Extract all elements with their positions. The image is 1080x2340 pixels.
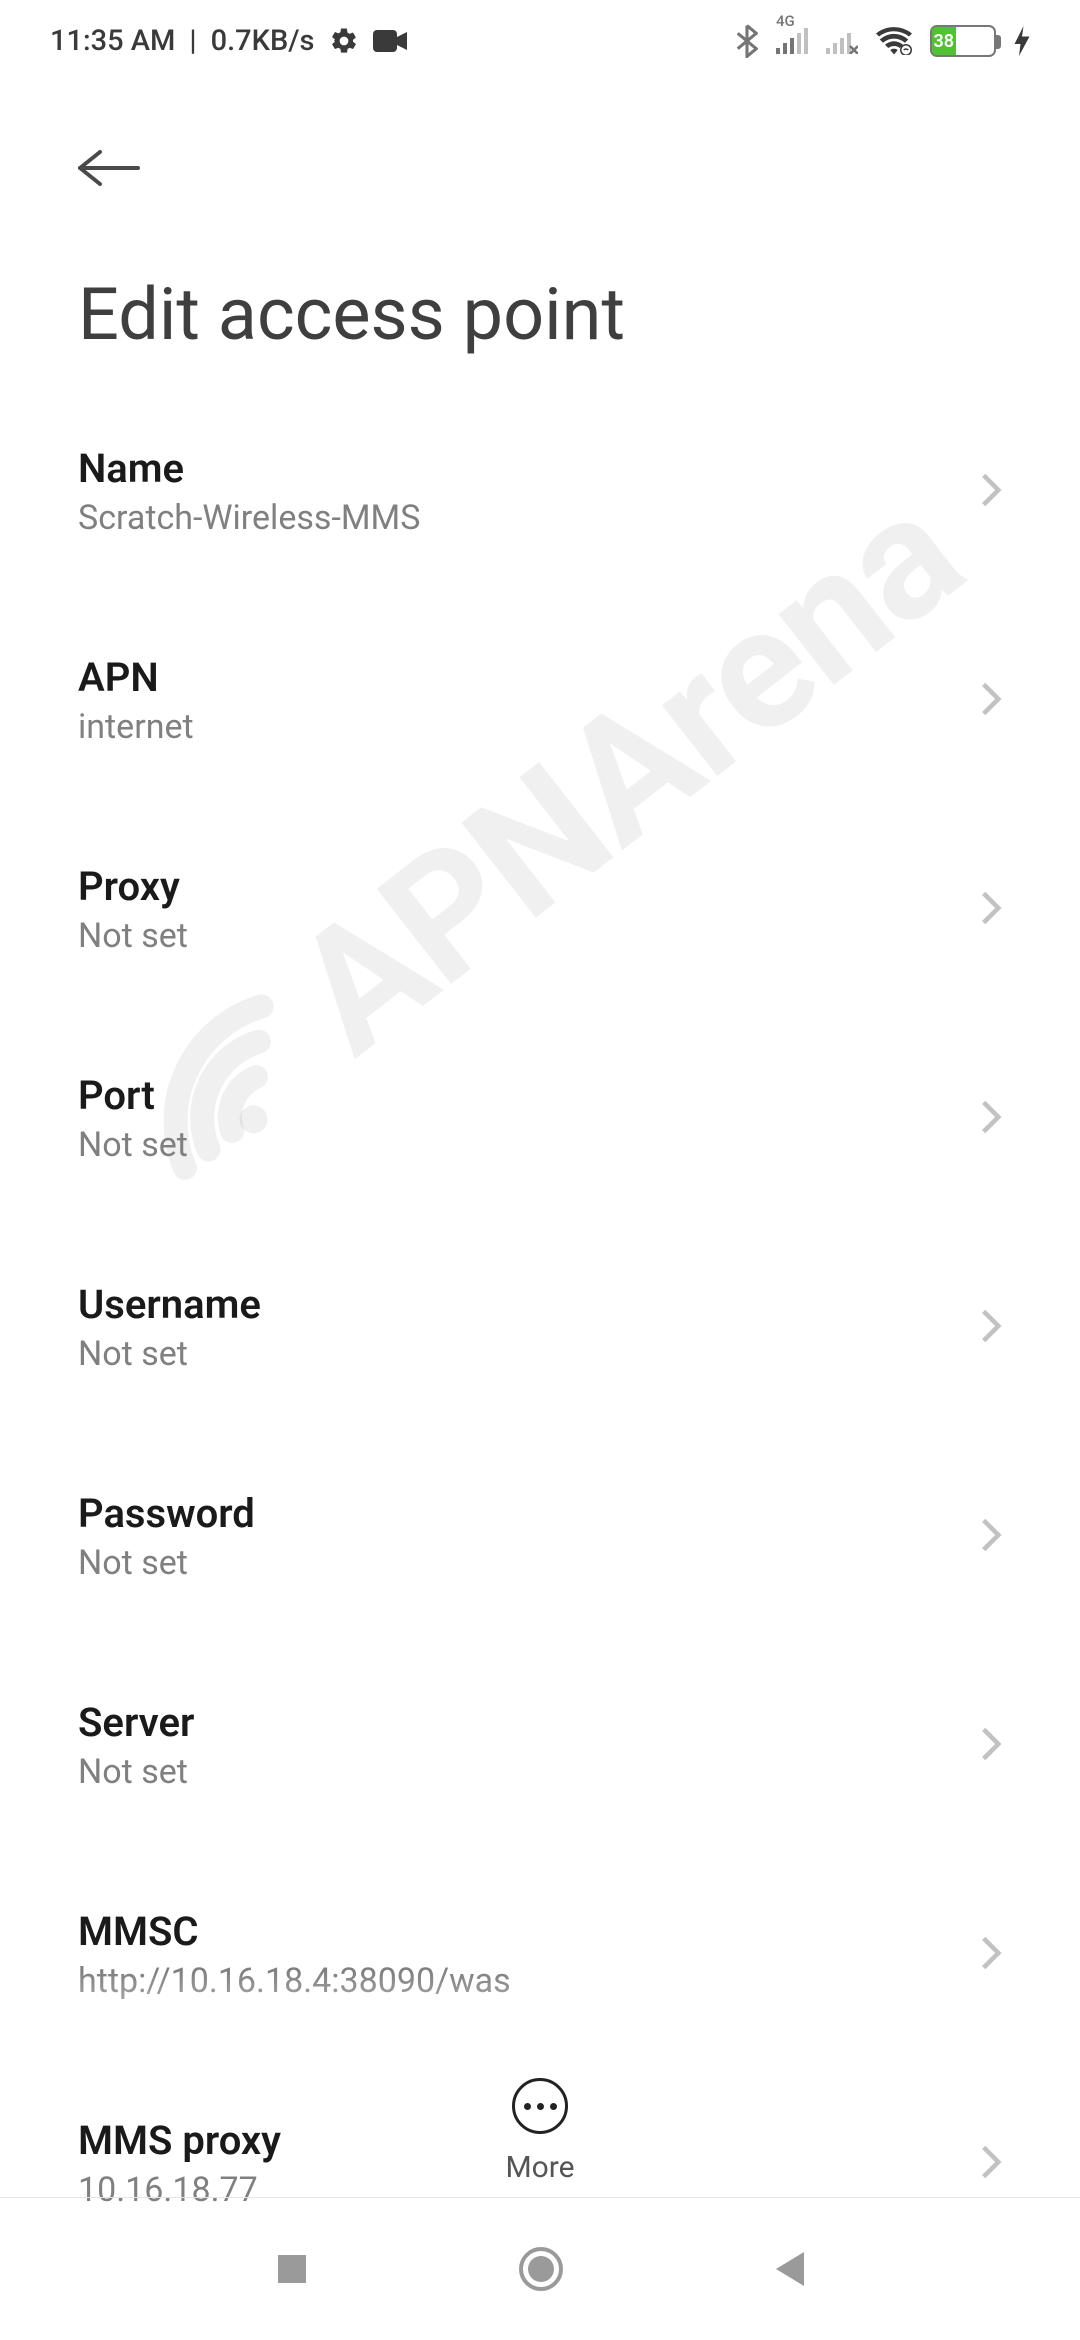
nav-home-button[interactable] — [517, 2245, 565, 2293]
setting-value: Not set — [78, 916, 188, 956]
triangle-left-icon — [770, 2248, 808, 2290]
setting-title: Port — [78, 1072, 188, 1119]
setting-text: Proxy Not set — [78, 863, 188, 956]
setting-title: Server — [78, 1699, 194, 1746]
charging-bolt-icon — [1014, 26, 1030, 56]
setting-text: Name Scratch-Wireless-MMS — [78, 445, 420, 538]
setting-row-name[interactable]: Name Scratch-Wireless-MMS — [78, 387, 1002, 596]
back-button[interactable] — [76, 148, 142, 192]
chevron-right-icon — [980, 1934, 1002, 1976]
battery-icon: 38 — [930, 25, 996, 57]
status-separator: | — [189, 24, 196, 58]
status-net-speed: 0.7KB/s — [211, 24, 315, 58]
setting-text: Username Not set — [78, 1281, 261, 1374]
battery-level: 38 — [932, 27, 956, 55]
chevron-right-icon — [980, 1725, 1002, 1767]
square-icon — [272, 2249, 312, 2289]
status-left: 11:35 AM | 0.7KB/s — [50, 24, 407, 58]
more-dots-icon — [524, 2103, 531, 2110]
setting-title: Proxy — [78, 863, 188, 910]
bluetooth-icon — [736, 24, 758, 58]
status-time: 11:35 AM — [50, 24, 175, 58]
chevron-right-icon — [980, 889, 1002, 931]
signal-sim2-icon — [826, 28, 858, 54]
setting-row-mmsc[interactable]: MMSC http://10.16.18.4:38090/was — [78, 1850, 1002, 2059]
setting-text: Password Not set — [78, 1490, 255, 1583]
setting-text: Server Not set — [78, 1699, 194, 1792]
video-camera-icon — [373, 30, 407, 52]
setting-value: Scratch-Wireless-MMS — [78, 498, 420, 538]
more-label: More — [505, 2150, 574, 2185]
setting-value: Not set — [78, 1334, 261, 1374]
setting-value: Not set — [78, 1752, 194, 1792]
status-right: 4G 38 — [736, 24, 1030, 58]
signal-4g-icon: 4G — [776, 28, 808, 54]
setting-value: Not set — [78, 1125, 188, 1165]
setting-text: MMSC http://10.16.18.4:38090/was — [78, 1908, 511, 2001]
bottom-action-bar: More — [0, 2078, 1080, 2185]
setting-row-server[interactable]: Server Not set — [78, 1641, 1002, 1850]
more-button[interactable] — [512, 2078, 568, 2134]
nav-back-button[interactable] — [770, 2248, 808, 2290]
settings-gear-icon — [329, 26, 359, 56]
arrow-left-icon — [76, 148, 142, 188]
setting-title: Password — [78, 1490, 255, 1537]
setting-row-password[interactable]: Password Not set — [78, 1432, 1002, 1641]
nav-recents-button[interactable] — [272, 2249, 312, 2289]
setting-row-port[interactable]: Port Not set — [78, 1014, 1002, 1223]
circle-icon — [517, 2245, 565, 2293]
setting-text: Port Not set — [78, 1072, 188, 1165]
chevron-right-icon — [980, 471, 1002, 513]
setting-title: Name — [78, 445, 420, 492]
setting-row-proxy[interactable]: Proxy Not set — [78, 805, 1002, 1014]
setting-row-apn[interactable]: APN internet — [78, 596, 1002, 805]
header-row — [0, 78, 1080, 202]
setting-text: APN internet — [78, 654, 194, 747]
setting-value: http://10.16.18.4:38090/was — [78, 1961, 511, 2001]
setting-row-username[interactable]: Username Not set — [78, 1223, 1002, 1432]
page-title: Edit access point — [0, 202, 1080, 387]
chevron-right-icon — [980, 1307, 1002, 1349]
navigation-bar — [0, 2198, 1080, 2340]
chevron-right-icon — [980, 1516, 1002, 1558]
setting-title: MMSC — [78, 1908, 511, 1955]
status-bar: 11:35 AM | 0.7KB/s 4G 38 — [0, 0, 1080, 78]
wifi-icon — [876, 27, 912, 55]
chevron-right-icon — [980, 1098, 1002, 1140]
setting-title: APN — [78, 654, 194, 701]
setting-value: internet — [78, 707, 194, 747]
setting-title: Username — [78, 1281, 261, 1328]
setting-value: Not set — [78, 1543, 255, 1583]
chevron-right-icon — [980, 680, 1002, 722]
settings-list: Name Scratch-Wireless-MMS APN internet P… — [0, 387, 1080, 2210]
